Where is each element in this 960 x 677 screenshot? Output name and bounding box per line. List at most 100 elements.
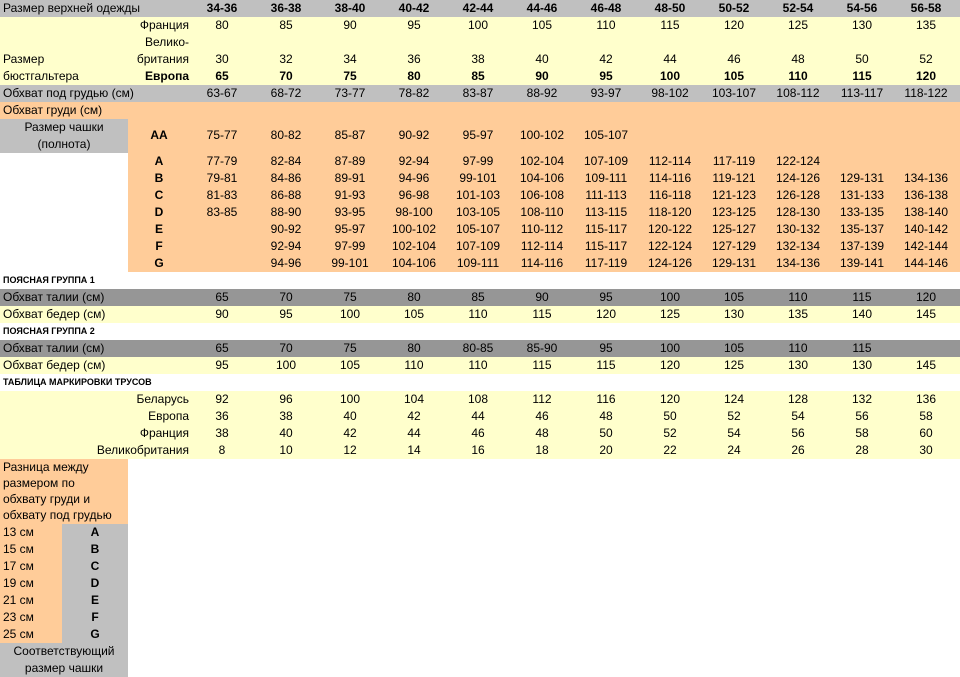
cup-letter: F	[155, 239, 163, 253]
value-cell: 100	[275, 358, 297, 372]
bust-value: 123-125	[711, 205, 757, 219]
bust-value: 144-146	[903, 256, 949, 270]
bust-value: 100-102	[391, 222, 437, 236]
label-waist-group2: Обхват талии (см)	[3, 341, 105, 355]
value-cell: 85-90	[526, 341, 558, 355]
value-cell: 32	[279, 52, 293, 66]
value-cell: 70	[279, 290, 293, 304]
value-cell: 130	[851, 358, 873, 372]
bust-value: 83-85	[206, 205, 238, 219]
difference-cm: 13 см	[0, 524, 62, 541]
label-hips-group1: Обхват бедер (см)	[3, 307, 106, 321]
value-cell: 88-92	[526, 86, 558, 100]
panties-value: 40	[343, 409, 357, 423]
cup-letter: C	[154, 188, 164, 202]
value-cell: 100	[659, 290, 681, 304]
value-cell: 95	[279, 307, 293, 321]
bust-value: 113-115	[584, 205, 628, 219]
row-uk: Размер британия 30 32 34 36 38 40 42 44 46 48 50 52	[0, 51, 960, 68]
panties-value: 28	[855, 443, 869, 457]
panties-value: 92	[215, 392, 229, 406]
bust-value: 124-126	[647, 256, 693, 270]
value-cell: 78-82	[398, 86, 430, 100]
cup-row-f: F 92-94 97-99 102-104 107-109 112-114 115-117 1…	[0, 238, 960, 255]
panties-row: Европа 36 38 40 42 44 46 48 50 52 54 56 58	[0, 408, 960, 425]
panties-value: 38	[215, 426, 229, 440]
panties-value: 10	[279, 443, 293, 457]
difference-cup: E	[62, 592, 128, 609]
bust-value: 129-131	[839, 171, 885, 185]
value-cell: 83-87	[462, 86, 494, 100]
panties-value: 54	[727, 426, 741, 440]
panties-value: 48	[599, 409, 613, 423]
panties-value: 52	[727, 409, 741, 423]
panties-value: 38	[279, 409, 293, 423]
bust-value: 99-101	[459, 171, 497, 185]
value-cell: 90	[215, 307, 229, 321]
value-cell: 48	[791, 52, 805, 66]
value-cell: 50	[855, 52, 869, 66]
value-cell: 85	[279, 18, 293, 32]
value-cell: 34	[343, 52, 357, 66]
value-cell: 38	[471, 52, 485, 66]
difference-cup: B	[62, 541, 128, 558]
row-outerwear-sizes: Размер верхней одежды 34-36 36-38 38-40 40-…	[0, 0, 960, 17]
row-waist-group1-title: ПОЯСНАЯ ГРУППА 1	[0, 272, 960, 289]
bust-value: 103-105	[455, 205, 501, 219]
value-cell: 36	[407, 52, 421, 66]
panties-value: 42	[343, 426, 357, 440]
row-waist-group1-hips: Обхват бедер (см) 90 95 100 105 110 115 120 125…	[0, 306, 960, 323]
panties-value: 50	[663, 409, 677, 423]
bust-value: 126-128	[775, 188, 821, 202]
value-cell: 115	[852, 290, 872, 304]
value-cell: 95	[407, 18, 421, 32]
bust-value: 104-106	[519, 171, 565, 185]
value-cell: 110	[788, 290, 808, 304]
label-uk-1: Велико-	[144, 35, 189, 49]
panties-country-label: Франция	[139, 426, 189, 440]
bust-value: 98-100	[395, 205, 433, 219]
bust-value: 115-117	[584, 222, 628, 236]
panties-value: 96	[279, 392, 293, 406]
bust-value: 142-144	[903, 239, 949, 253]
value-cell: 65	[215, 341, 229, 355]
difference-cup: G	[62, 626, 128, 643]
bust-value: 109-111	[456, 256, 500, 270]
bust-value: 112-114	[520, 239, 564, 253]
difference-footer-line: размер чашки	[24, 661, 104, 675]
panties-value: 124	[723, 392, 745, 406]
bust-value: 139-141	[839, 256, 885, 270]
bust-value: 115-117	[584, 239, 628, 253]
bust-value: 94-96	[398, 171, 430, 185]
bust-value: 111-113	[585, 188, 627, 202]
value-cell: 40	[535, 52, 549, 66]
value-cell: 120	[659, 358, 681, 372]
value-cell: 95	[599, 290, 613, 304]
row-uk-label: Велико-	[0, 34, 960, 51]
value-cell: 65	[215, 290, 229, 304]
panties-value: 56	[791, 426, 805, 440]
bust-value: 120-122	[647, 222, 693, 236]
value-cell: 108-112	[776, 86, 820, 100]
cup-row-g: G 94-96 99-101 104-106 109-111 114-116 117-119…	[0, 255, 960, 272]
panties-value: 56	[855, 409, 869, 423]
value-cell: 85	[471, 69, 485, 83]
panties-value: 100	[339, 392, 361, 406]
bust-value: 110-112	[520, 222, 564, 236]
value-cell: 80	[407, 69, 421, 83]
difference-footer-box: Соответствующий размер чашки	[0, 643, 128, 677]
panties-value: 36	[215, 409, 229, 423]
value-cell: 40-42	[398, 1, 430, 15]
panties-value: 18	[535, 443, 549, 457]
bust-value: 124-126	[775, 171, 821, 185]
row-waist-group2-hips: Обхват бедер (см) 95 100 105 110 110 115 115 12…	[0, 357, 960, 374]
value-cell: 52-54	[782, 1, 814, 15]
panties-value: 120	[659, 392, 681, 406]
value-cell: 80	[407, 341, 421, 355]
value-cell: 125	[659, 307, 681, 321]
panties-value: 48	[535, 426, 549, 440]
panties-value: 30	[919, 443, 933, 457]
value-cell: 93-97	[590, 86, 622, 100]
bust-value: 95-97	[462, 128, 494, 142]
bust-value: 97-99	[334, 239, 366, 253]
